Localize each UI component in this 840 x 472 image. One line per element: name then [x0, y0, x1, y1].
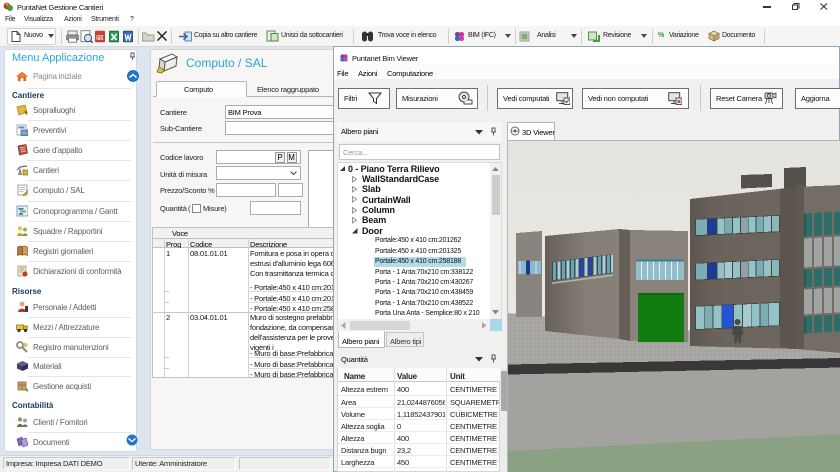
svg-text:PDF: PDF [97, 35, 106, 40]
